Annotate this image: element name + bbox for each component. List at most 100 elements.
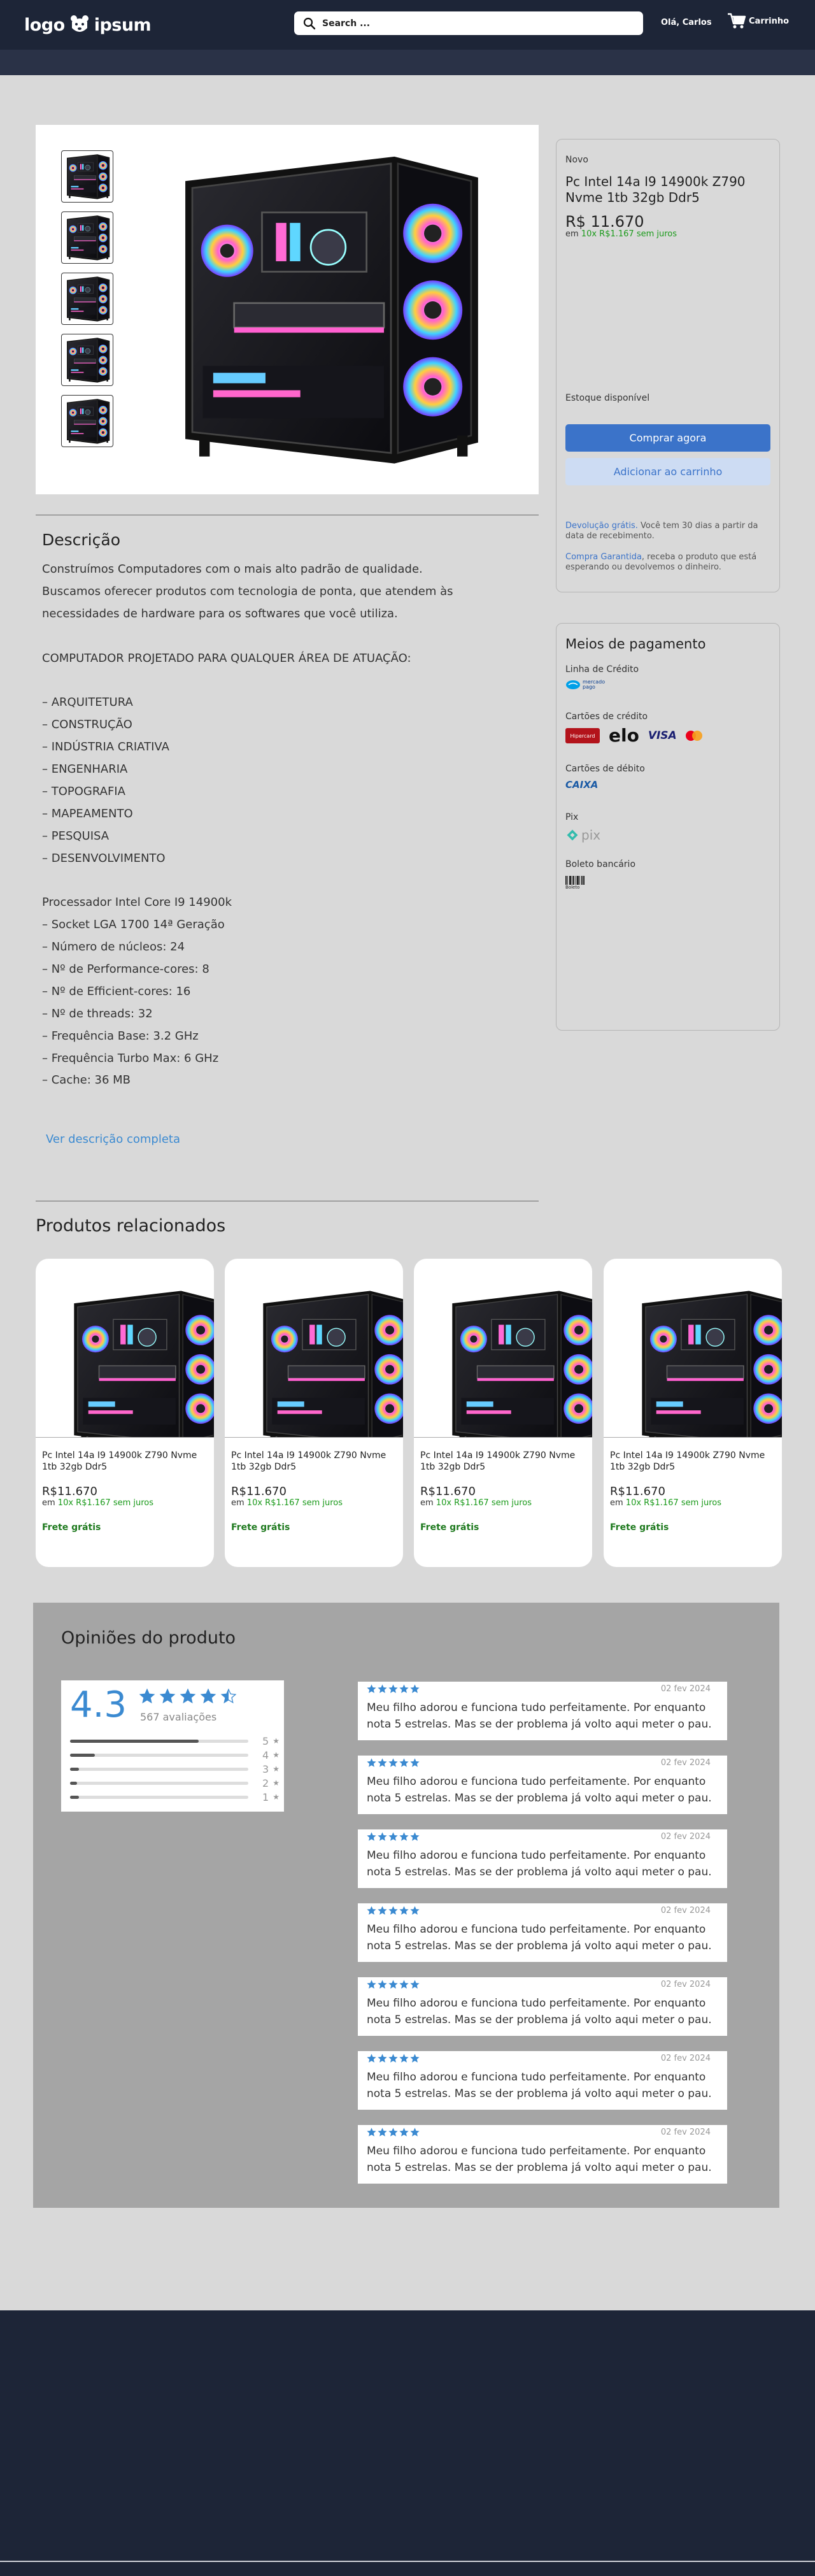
search-bar[interactable] xyxy=(294,11,643,35)
star-icon xyxy=(378,1980,387,1992)
mercado-pago-text: mercado pago xyxy=(583,679,606,690)
review-text: Meu filho adorou e funciona tudo perfeit… xyxy=(367,1849,712,1878)
barcode-icon xyxy=(565,876,585,885)
review-date: 02 fev 2024 xyxy=(660,1906,711,1915)
installments-value: 10x R$1.167 sem juros xyxy=(436,1498,532,1508)
gallery-thumbnail[interactable] xyxy=(61,211,113,264)
star-icon xyxy=(367,1684,376,1696)
review-stars xyxy=(367,1684,420,1696)
pix-logo: pix xyxy=(565,827,600,843)
star-icon xyxy=(410,1906,420,1918)
card-divider xyxy=(225,1437,403,1438)
guaranteed-purchase-link[interactable]: Compra Garantida xyxy=(565,552,642,562)
description-body: Construímos Computadores com o mais alto… xyxy=(42,559,526,1092)
description-line: – Frequência Base: 3.2 GHz xyxy=(42,1029,199,1043)
related-product-title[interactable]: Pc Intel 14a I9 14900k Z790 Nvme 1tb 32g… xyxy=(420,1450,587,1473)
rating-distribution-row: 5 ★ xyxy=(70,1735,280,1747)
rating-distribution-row: 4 ★ xyxy=(70,1749,280,1761)
star-icon xyxy=(367,2128,376,2140)
related-product-image[interactable] xyxy=(414,1259,592,1437)
site-logo[interactable]: logo ipsum xyxy=(24,13,152,37)
star-icon xyxy=(410,2128,420,2140)
star-icon xyxy=(410,1980,420,1992)
footer-divider xyxy=(0,2561,815,2562)
cart-link[interactable]: Carrinho xyxy=(727,13,789,29)
related-product-installments: em 10x R$1.167 sem juros xyxy=(420,1498,532,1508)
related-product-card[interactable]: Pc Intel 14a I9 14900k Z790 Nvme 1tb 32g… xyxy=(225,1259,403,1567)
gallery-thumbnail[interactable] xyxy=(61,395,113,447)
related-product-price: R$11.670 xyxy=(231,1485,287,1498)
boleto-label: Boleto bancário xyxy=(565,859,636,869)
star-icon xyxy=(220,1688,237,1707)
star-icon xyxy=(159,1688,176,1707)
sub-navbar xyxy=(0,50,815,75)
buy-box: Novo Pc Intel 14a I9 14900k Z790 Nvme 1t… xyxy=(556,139,780,592)
cart-label: Carrinho xyxy=(749,16,790,26)
gallery-thumbnail[interactable] xyxy=(61,334,113,386)
rating-bar-fill xyxy=(70,1795,79,1799)
rating-distribution-row: 2 ★ xyxy=(70,1777,280,1789)
description-line: – Frequência Turbo Max: 6 GHz xyxy=(42,1051,219,1065)
related-product-title[interactable]: Pc Intel 14a I9 14900k Z790 Nvme 1tb 32g… xyxy=(231,1450,398,1473)
review-text: Meu filho adorou e funciona tudo perfeit… xyxy=(367,1997,712,2026)
star-icon: ★ xyxy=(273,1764,280,1773)
star-icon xyxy=(378,1684,387,1696)
visa-logo: VISA xyxy=(648,729,677,742)
credit-cards-label: Cartões de crédito xyxy=(565,712,648,722)
pix-logos: pix xyxy=(565,827,600,843)
review-stars xyxy=(367,2054,420,2066)
description-line: Construímos Computadores com o mais alto… xyxy=(42,562,423,576)
pix-text: pix xyxy=(581,827,601,843)
caixa-logo: CAIXA xyxy=(565,779,598,791)
gallery-thumbnail[interactable] xyxy=(61,150,113,203)
description-line: – Nº de Performance-cores: 8 xyxy=(42,962,209,977)
boleto-logo: Boleto xyxy=(565,876,585,890)
rating-bar xyxy=(70,1795,248,1799)
card-divider xyxy=(604,1437,782,1438)
description-title: Descrição xyxy=(42,531,120,549)
star-icon xyxy=(388,1832,398,1844)
hipercard-logo: Hipercard xyxy=(565,728,600,743)
product-price: R$ 11.670 xyxy=(565,213,644,231)
related-product-image[interactable] xyxy=(225,1259,403,1437)
star-icon xyxy=(410,1832,420,1844)
card-divider xyxy=(36,1437,214,1438)
review-card: 02 fev 2024 Meu filho adorou e funciona t… xyxy=(358,1829,727,1888)
related-products-title: Produtos relacionados xyxy=(36,1216,226,1236)
star-icon: ★ xyxy=(273,1792,280,1801)
product-main-image[interactable] xyxy=(146,143,503,474)
star-icon xyxy=(378,1758,387,1770)
rating-level: 2 xyxy=(262,1777,269,1789)
product-gallery xyxy=(36,125,539,494)
search-input[interactable] xyxy=(322,18,621,29)
related-product-image[interactable] xyxy=(604,1259,782,1437)
description-line: – Nº de threads: 32 xyxy=(42,1006,153,1020)
star-icon xyxy=(399,1684,409,1696)
mastercard-logo xyxy=(685,731,702,741)
search-icon[interactable] xyxy=(303,17,316,30)
related-product-title[interactable]: Pc Intel 14a I9 14900k Z790 Nvme 1tb 32g… xyxy=(42,1450,209,1473)
buy-now-button[interactable]: Comprar agora xyxy=(565,424,770,452)
add-to-cart-button[interactable]: Adicionar ao carrinho xyxy=(565,458,770,485)
related-product-image[interactable] xyxy=(36,1259,214,1437)
top-navbar: logo ipsum Olá, Carlos Carrinho xyxy=(0,0,815,50)
related-product-card[interactable]: Pc Intel 14a I9 14900k Z790 Nvme 1tb 32g… xyxy=(414,1259,592,1567)
related-product-card[interactable]: Pc Intel 14a I9 14900k Z790 Nvme 1tb 32g… xyxy=(36,1259,214,1567)
related-product-card[interactable]: Pc Intel 14a I9 14900k Z790 Nvme 1tb 32g… xyxy=(604,1259,782,1567)
user-greeting[interactable]: Olá, Carlos xyxy=(661,18,712,27)
rating-distribution-row: 3 ★ xyxy=(70,1763,280,1775)
star-icon xyxy=(388,1684,398,1696)
free-returns-link[interactable]: Devolução grátis. xyxy=(565,521,638,531)
free-shipping-label: Frete grátis xyxy=(42,1522,101,1533)
description-line xyxy=(42,669,526,692)
rating-level: 4 xyxy=(262,1749,269,1761)
installments-value: 10x R$1.167 sem juros xyxy=(581,229,677,239)
gallery-thumbnail[interactable] xyxy=(61,273,113,325)
related-product-title[interactable]: Pc Intel 14a I9 14900k Z790 Nvme 1tb 32g… xyxy=(610,1450,777,1473)
description-line: – MAPEAMENTO xyxy=(42,806,133,820)
see-full-description-link[interactable]: Ver descrição completa xyxy=(46,1133,180,1146)
star-icon xyxy=(399,2054,409,2066)
review-stars xyxy=(367,1980,420,1992)
rating-level: 3 xyxy=(262,1763,269,1775)
credit-card-logos: Hipercard elo VISA xyxy=(565,727,702,745)
